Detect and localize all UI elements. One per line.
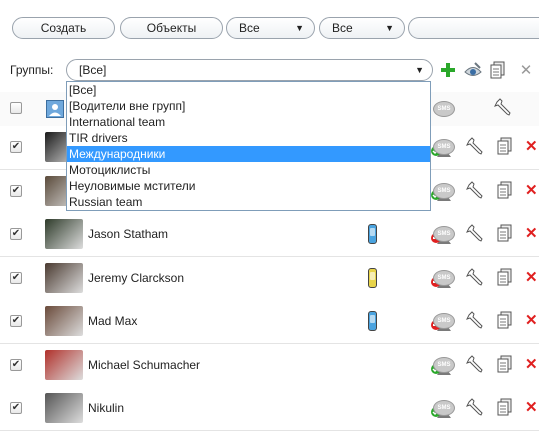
create-button[interactable]: Создать [12, 17, 115, 39]
sms-icon[interactable]: SMS [433, 313, 455, 329]
table-row[interactable]: ✔ Nikulin SMS ✕ [0, 387, 539, 431]
dropdown-option[interactable]: International team [67, 114, 430, 130]
avatar [45, 262, 83, 293]
row-checkbox[interactable]: ✔ [10, 358, 22, 371]
delete-icon[interactable]: ✕ [525, 183, 539, 198]
wrench-icon[interactable] [466, 224, 486, 244]
document-icon[interactable] [497, 398, 515, 418]
row-checkbox[interactable]: ✔ [10, 402, 22, 414]
table-row[interactable]: ✔ Michael Schumacher SMS ✕ [0, 343, 539, 388]
filter-select-2-value: Все [332, 21, 353, 35]
wrench-icon[interactable] [466, 267, 486, 288]
delete-icon[interactable]: ✕ [525, 357, 539, 372]
close-icon[interactable]: ✕ [516, 60, 536, 80]
dropdown-option[interactable]: Russian team [67, 194, 430, 210]
row-checkbox[interactable]: ✔ [10, 228, 22, 240]
objects-button-label: Объекты [146, 21, 197, 35]
sms-icon[interactable]: SMS [433, 226, 455, 242]
avatar [45, 306, 83, 336]
chevron-down-icon: ▼ [385, 23, 394, 33]
phone-icon [368, 224, 377, 244]
driver-name: Nikulin [88, 401, 125, 415]
sms-icon[interactable]: SMS [433, 269, 455, 286]
wrench-icon[interactable] [466, 180, 486, 201]
plus-icon[interactable] [438, 60, 458, 80]
wrench-icon[interactable] [466, 354, 486, 375]
select-all-checkbox[interactable] [10, 102, 22, 114]
chevron-down-icon: ▼ [415, 65, 424, 75]
driver-name: Michael Schumacher [88, 357, 201, 372]
row-checkbox[interactable]: ✔ [10, 141, 22, 153]
sms-icon[interactable]: SMS [433, 400, 455, 416]
document-icon[interactable] [497, 311, 515, 331]
groups-row: Группы: [Все] ▼ ✕ [8, 58, 539, 82]
search-input[interactable] [408, 17, 539, 39]
row-checkbox[interactable]: ✔ [10, 315, 22, 327]
dropdown-option[interactable]: TIR drivers [67, 130, 430, 146]
delete-icon[interactable]: ✕ [525, 226, 539, 241]
filter-select-1[interactable]: Все ▼ [226, 17, 315, 39]
sms-icon[interactable]: SMS [433, 356, 455, 373]
dropdown-option[interactable]: Международники [67, 146, 430, 162]
chevron-down-icon: ▼ [295, 23, 304, 33]
groups-dropdown: [Все] [Водители вне групп] International t… [66, 81, 431, 211]
create-button-label: Создать [40, 21, 87, 35]
driver-name: Jason Statham [88, 227, 169, 241]
driver-name: Jeremy Clarckson [88, 270, 185, 285]
document-icon[interactable] [497, 355, 515, 375]
table-row[interactable]: ✔ Jason Statham SMS ✕ [0, 213, 539, 257]
delete-icon[interactable]: ✕ [525, 400, 539, 415]
sms-icon[interactable]: SMS [433, 182, 455, 199]
avatar [45, 349, 83, 380]
phone-icon [368, 311, 377, 331]
row-checkbox[interactable]: ✔ [10, 184, 22, 197]
filter-select-1-value: Все [239, 21, 260, 35]
wrench-icon[interactable] [466, 311, 486, 331]
document-icon[interactable] [497, 224, 515, 244]
wrench-icon[interactable] [466, 398, 486, 418]
copy-icon[interactable] [488, 60, 508, 80]
table-row[interactable]: ✔ Mad Max SMS ✕ [0, 300, 539, 344]
groups-select[interactable]: [Все] ▼ [66, 59, 433, 81]
delete-icon[interactable]: ✕ [525, 270, 539, 285]
dropdown-option[interactable]: Мотоциклисты [67, 162, 430, 178]
document-icon[interactable] [497, 137, 515, 157]
row-checkbox[interactable]: ✔ [10, 271, 22, 284]
sms-icon[interactable]: SMS [433, 101, 455, 117]
wrench-icon[interactable] [494, 98, 514, 118]
driver-name: Mad Max [88, 314, 138, 328]
avatar [45, 393, 83, 423]
dropdown-option[interactable]: Неуловимые мстители [67, 178, 430, 194]
user-icon[interactable] [46, 100, 64, 118]
sms-icon[interactable]: SMS [433, 139, 455, 155]
avatar [45, 219, 83, 249]
wrench-icon[interactable] [466, 137, 486, 157]
groups-select-value: [Все] [79, 63, 107, 77]
phone-icon [368, 267, 377, 288]
delete-icon[interactable]: ✕ [525, 313, 539, 328]
dropdown-option[interactable]: [Водители вне групп] [67, 98, 430, 114]
document-icon[interactable] [497, 268, 515, 288]
table-row[interactable]: ✔ Jeremy Clarckson SMS ✕ [0, 256, 539, 301]
objects-button[interactable]: Объекты [120, 17, 223, 39]
document-icon[interactable] [497, 181, 515, 201]
eye-icon[interactable] [463, 60, 483, 80]
delete-icon[interactable]: ✕ [525, 139, 539, 154]
filter-select-2[interactable]: Все ▼ [319, 17, 405, 39]
dropdown-option[interactable]: [Все] [67, 82, 430, 98]
groups-label: Группы: [10, 63, 54, 77]
toolbar: Создать Объекты Все ▼ Все ▼ [8, 17, 539, 41]
